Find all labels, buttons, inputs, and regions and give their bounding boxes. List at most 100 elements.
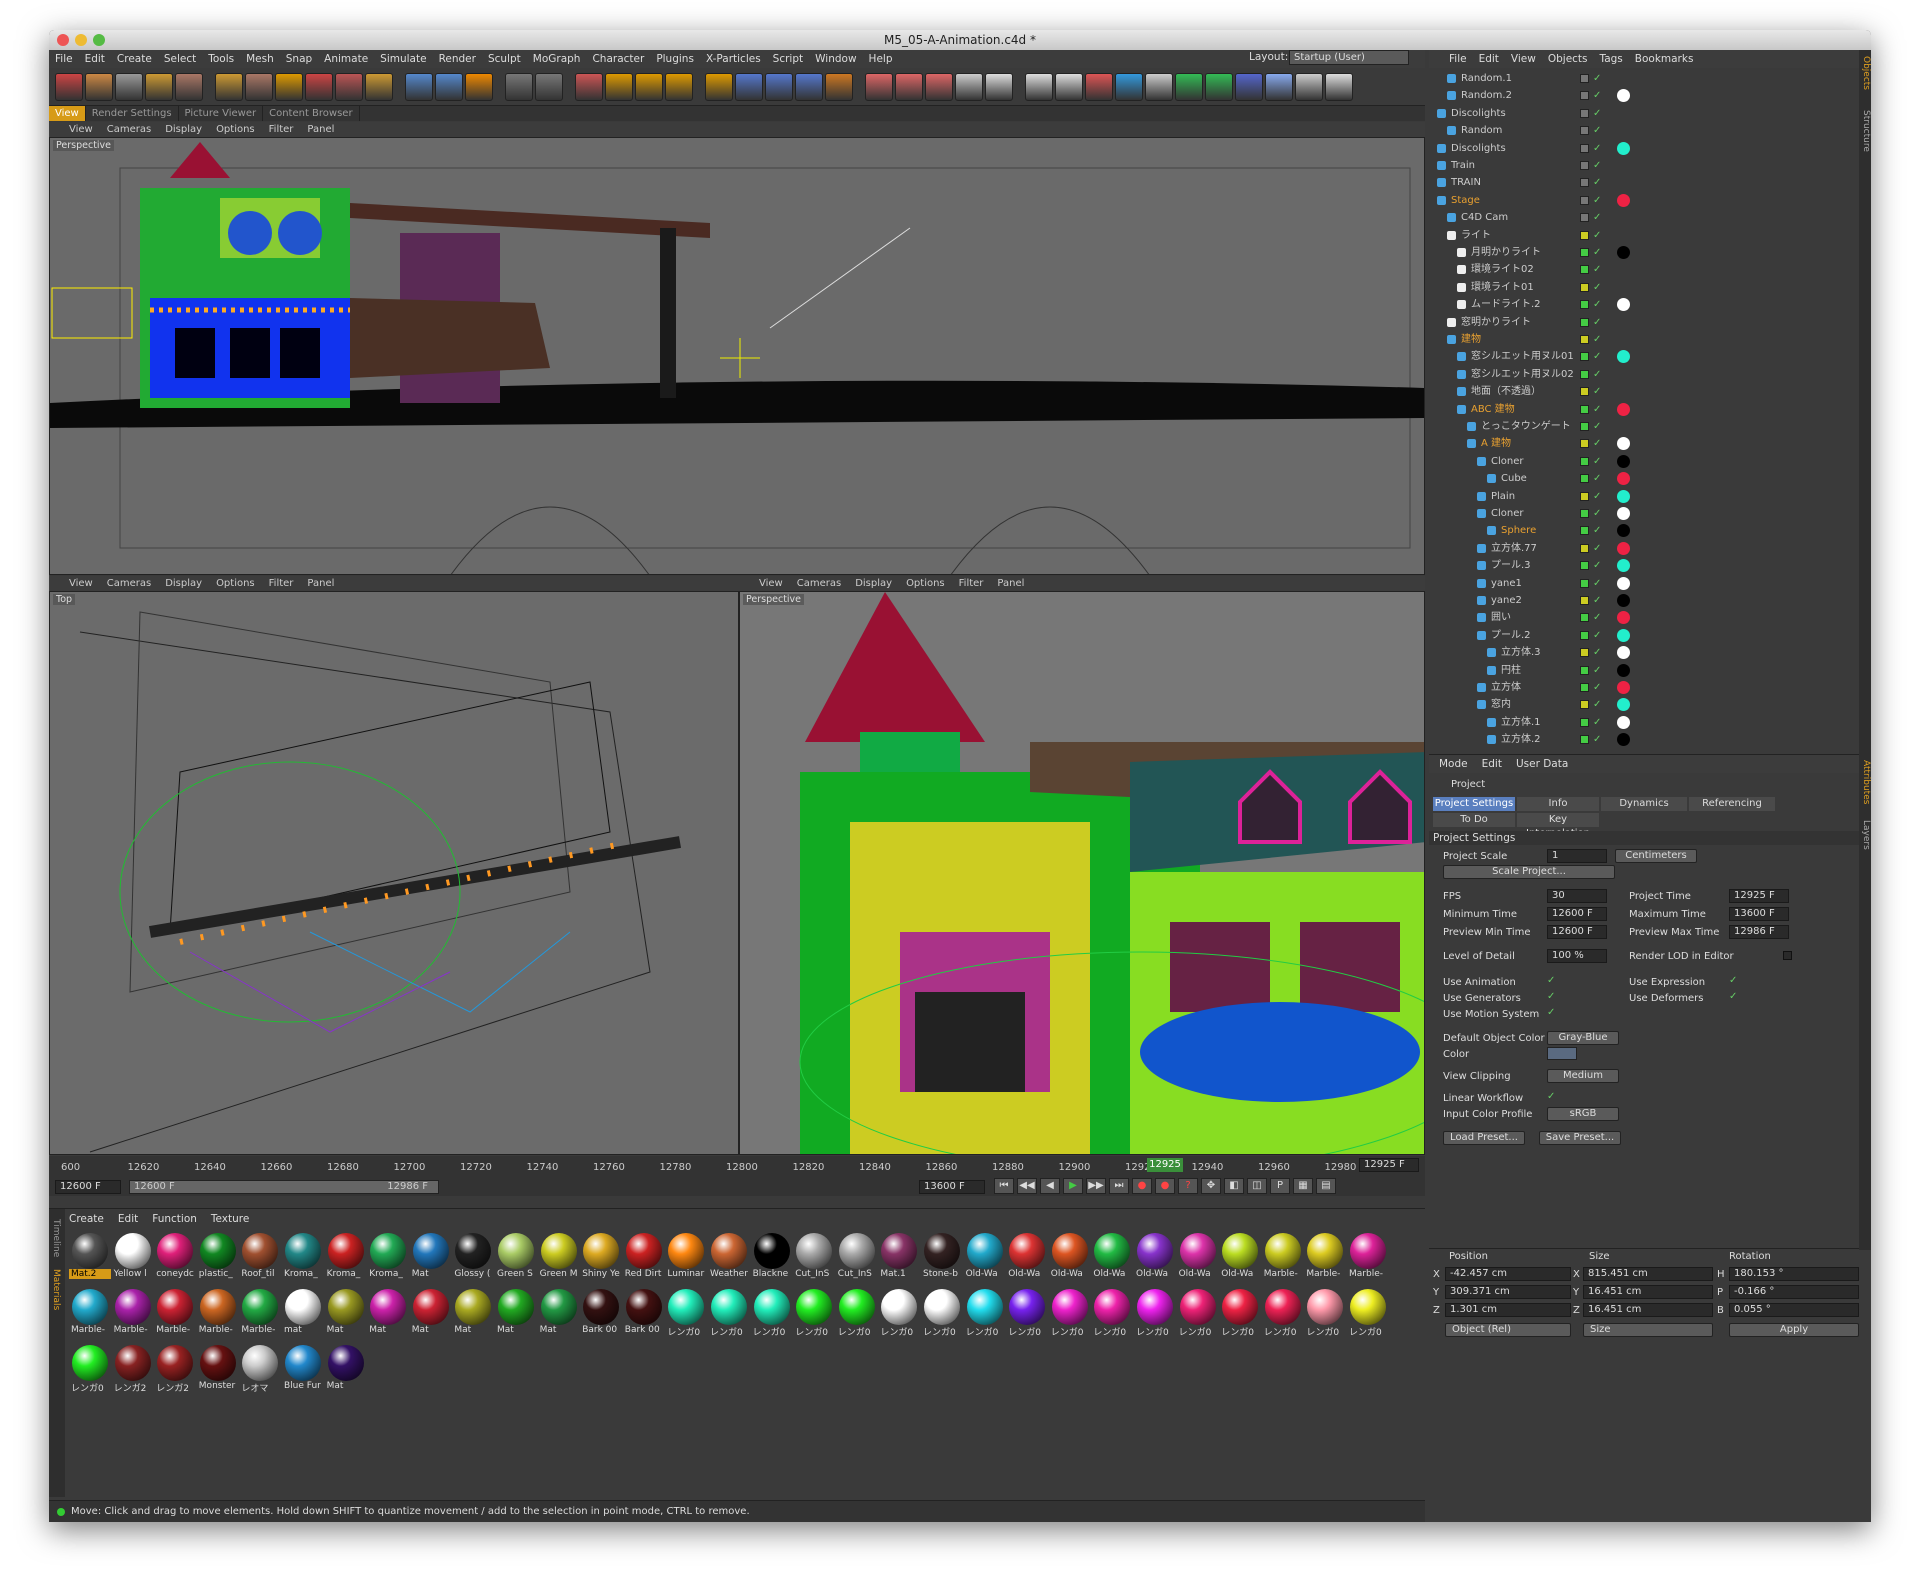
menu-animate[interactable]: Animate — [324, 53, 368, 65]
object-row[interactable]: プール.3 ✓ — [1429, 557, 1859, 574]
position-x-field[interactable]: -42.457 cm — [1445, 1267, 1571, 1281]
material-swatch[interactable]: レンガ2 — [112, 1343, 154, 1395]
object-layer-color[interactable] — [1580, 648, 1589, 658]
position-z-field[interactable]: 1.301 cm — [1445, 1303, 1571, 1317]
object-name[interactable]: A 建物 — [1481, 435, 1511, 452]
menu-file[interactable]: File — [55, 53, 73, 65]
menu-edit[interactable]: Edit — [85, 53, 105, 65]
material-tag-icon[interactable] — [1617, 541, 1630, 555]
object-layer-color[interactable] — [1580, 509, 1589, 518]
tab-view[interactable]: View — [49, 106, 86, 121]
use-deformers-checkbox[interactable]: ✓ — [1729, 991, 1737, 1002]
object-row[interactable]: 立方体 ✓ — [1429, 679, 1859, 696]
object-row[interactable]: yane1 ✓ — [1429, 575, 1859, 592]
object-name[interactable]: Random.2 — [1461, 87, 1512, 104]
tool-icon[interactable] — [465, 72, 493, 101]
object-layer-color[interactable] — [1580, 161, 1589, 170]
menu-create[interactable]: Create — [117, 53, 152, 65]
object-name[interactable]: Discolights — [1451, 105, 1506, 122]
material-swatch[interactable]: Roof_til — [239, 1231, 281, 1283]
material-swatch[interactable]: Kroma_ — [367, 1231, 409, 1283]
tab-project-settings[interactable]: Project Settings — [1433, 797, 1515, 811]
size-x-field[interactable]: 815.451 cm — [1583, 1267, 1713, 1281]
object-row[interactable]: Discolights ✓ — [1429, 140, 1859, 157]
material-tag-icon[interactable] — [1617, 715, 1630, 729]
tool-icon[interactable] — [535, 72, 563, 101]
object-layer-color[interactable] — [1580, 596, 1589, 605]
material-swatch[interactable]: Cut_InS — [836, 1231, 878, 1283]
object-layer-color[interactable] — [1580, 352, 1589, 362]
object-enabled-check[interactable]: ✓ — [1593, 87, 1601, 104]
material-menu-create[interactable]: Create — [69, 1213, 104, 1225]
object-row[interactable]: 立方体.1 ✓ — [1429, 714, 1859, 731]
object-name[interactable]: プール.3 — [1491, 557, 1531, 574]
menu-render[interactable]: Render — [439, 53, 476, 65]
material-swatch[interactable]: Shiny Ye — [580, 1231, 622, 1283]
material-swatch[interactable]: レンガ0 — [793, 1287, 835, 1339]
menu-sculpt[interactable]: Sculpt — [488, 53, 521, 65]
coord-mode-select[interactable]: Object (Rel) — [1445, 1323, 1571, 1337]
object-layer-color[interactable] — [1580, 700, 1589, 710]
material-swatch[interactable]: レンガ0 — [69, 1343, 111, 1395]
tool-icon[interactable] — [85, 72, 113, 101]
viewport-menu-filter[interactable]: Filter — [269, 124, 294, 135]
object-layer-color[interactable] — [1580, 735, 1589, 745]
material-tag-icon[interactable] — [1617, 646, 1630, 660]
minimize-icon[interactable] — [75, 34, 87, 46]
object-menu-edit[interactable]: Edit — [1479, 50, 1499, 68]
transport-icon[interactable]: ▶ — [1063, 1178, 1083, 1194]
object-row[interactable]: C4D Cam ✓ — [1429, 209, 1859, 226]
object-row[interactable]: Random.2 ✓ — [1429, 87, 1859, 104]
viewport-menu-filter[interactable]: Filter — [959, 578, 984, 589]
object-enabled-check[interactable]: ✓ — [1593, 696, 1601, 713]
load-preset-button[interactable]: Load Preset... — [1443, 1131, 1525, 1145]
material-swatch[interactable]: レンガ0 — [964, 1287, 1006, 1339]
menu-simulate[interactable]: Simulate — [380, 53, 426, 65]
tool-icon[interactable] — [1295, 72, 1323, 101]
transport-icon[interactable]: ◧ — [1224, 1178, 1244, 1194]
object-enabled-check[interactable]: ✓ — [1593, 140, 1601, 157]
object-row[interactable]: ライト ✓ — [1429, 227, 1859, 244]
material-swatch[interactable]: Kroma_ — [325, 1231, 367, 1283]
object-name[interactable]: Sphere — [1501, 522, 1536, 539]
tool-icon[interactable] — [1235, 72, 1263, 101]
object-name[interactable]: 円柱 — [1501, 662, 1521, 679]
scale-project-button[interactable]: Scale Project... — [1443, 865, 1615, 879]
object-enabled-check[interactable]: ✓ — [1593, 192, 1601, 209]
object-row[interactable]: 円柱 ✓ — [1429, 662, 1859, 679]
object-menu-tags[interactable]: Tags — [1600, 50, 1623, 68]
object-enabled-check[interactable]: ✓ — [1593, 714, 1601, 731]
object-row[interactable]: 窓シルエット用ヌル01 ✓ — [1429, 348, 1859, 365]
size-y-field[interactable]: 16.451 cm — [1583, 1285, 1713, 1299]
material-swatch[interactable]: Weather — [708, 1231, 750, 1283]
object-layer-color[interactable] — [1580, 178, 1589, 188]
material-swatch[interactable]: Old-Wa — [1091, 1231, 1133, 1283]
attribute-menu-user-data[interactable]: User Data — [1516, 755, 1568, 773]
object-name[interactable]: 窓シルエット用ヌル01 — [1471, 348, 1574, 365]
object-row[interactable]: Random ✓ — [1429, 122, 1859, 139]
tool-icon[interactable] — [55, 72, 83, 101]
layout-select[interactable]: Startup (User) — [1289, 50, 1409, 65]
object-name[interactable]: 立方体.3 — [1501, 749, 1541, 750]
material-swatch[interactable]: Monster — [197, 1343, 239, 1395]
object-layer-color[interactable] — [1580, 387, 1589, 397]
use-animation-checkbox[interactable]: ✓ — [1547, 975, 1555, 986]
object-enabled-check[interactable]: ✓ — [1593, 609, 1601, 626]
object-name[interactable]: 月明かりライト — [1471, 244, 1541, 261]
tool-icon[interactable] — [335, 72, 363, 101]
object-row[interactable]: A 建物 ✓ — [1429, 435, 1859, 452]
material-swatch[interactable]: Marble- — [1262, 1231, 1304, 1283]
viewport-menu-cameras[interactable]: Cameras — [107, 124, 151, 135]
object-row[interactable]: 囲い ✓ — [1429, 609, 1859, 626]
material-swatch[interactable]: レンガ0 — [1006, 1287, 1048, 1339]
material-swatch[interactable]: Glossy ( — [452, 1231, 494, 1283]
object-name[interactable]: 立方体 — [1491, 679, 1521, 696]
viewport-menu-cameras[interactable]: Cameras — [797, 578, 841, 589]
material-swatch[interactable]: Mat — [410, 1287, 452, 1339]
object-layer-color[interactable] — [1580, 543, 1589, 553]
material-swatch[interactable]: Bark 00 — [580, 1287, 622, 1339]
tool-icon[interactable] — [505, 72, 533, 101]
object-row[interactable]: 月明かりライト ✓ — [1429, 244, 1859, 261]
object-layer-color[interactable] — [1580, 578, 1589, 588]
object-enabled-check[interactable]: ✓ — [1593, 122, 1601, 139]
